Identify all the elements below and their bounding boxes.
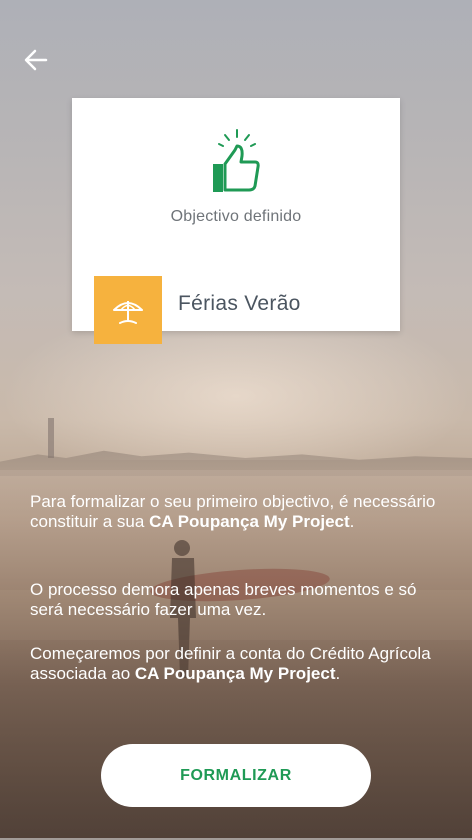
goal-category-badge: [94, 276, 162, 344]
goal-name: Férias Verão: [178, 292, 301, 315]
goal-card: Objectivo definido Férias Verão: [72, 98, 400, 344]
goal-status-label: Objectivo definido: [170, 208, 302, 225]
intro-paragraph-3: Começaremos por definir a conta do Crédi…: [30, 644, 431, 683]
back-button[interactable]: [22, 46, 50, 74]
arrow-left-icon: [24, 49, 48, 71]
beach-umbrella-icon: [113, 301, 143, 324]
formalize-button[interactable]: FORMALIZAR: [101, 744, 371, 807]
thumbs-up-icon: [213, 129, 260, 192]
intro-paragraph-1: Para formalizar o seu primeiro objectivo…: [30, 492, 436, 531]
intro-paragraph-2: O processo demora apenas breves momentos…: [30, 580, 417, 619]
background-tower: [48, 418, 54, 458]
